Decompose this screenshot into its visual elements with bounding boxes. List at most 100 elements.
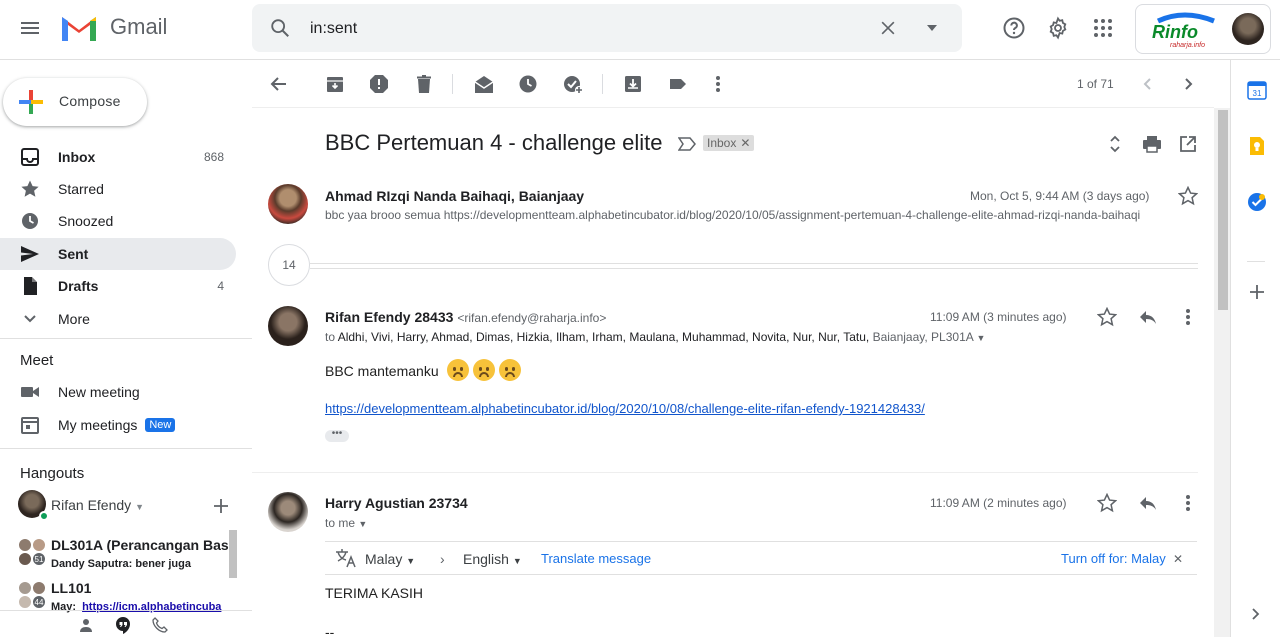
sidebar-item-more[interactable]: More <box>0 303 236 335</box>
send-icon <box>20 244 40 264</box>
settings-button[interactable] <box>1038 8 1078 48</box>
message-more-button[interactable] <box>1176 305 1200 329</box>
my-meetings-item[interactable]: My meetings New <box>0 409 236 441</box>
svg-text:31: 31 <box>1253 89 1262 98</box>
newer-button[interactable] <box>1132 68 1164 100</box>
new-meeting-item[interactable]: New meeting <box>0 376 236 408</box>
support-button[interactable] <box>994 8 1034 48</box>
star-icon[interactable] <box>1095 491 1119 515</box>
importance-marker-icon[interactable] <box>677 134 697 154</box>
hangouts-user-name[interactable]: Rifan Efendy ▼ <box>51 497 144 513</box>
add-chat-icon[interactable] <box>210 495 232 517</box>
print-button[interactable] <box>1140 132 1164 156</box>
message-signature: -- <box>325 624 335 637</box>
open-new-window-button[interactable] <box>1176 132 1200 156</box>
sidebar-item-drafts[interactable]: Drafts 4 <box>0 270 236 302</box>
report-spam-button[interactable] <box>363 68 395 100</box>
search-icon[interactable] <box>264 12 296 44</box>
sidebar-item-label: Drafts <box>58 278 99 294</box>
recipients-line[interactable]: to Aldhi, Vivi, Harry, Ahmad, Dimas, Hiz… <box>325 330 985 344</box>
search-bar[interactable]: in:sent <box>252 4 962 52</box>
older-button[interactable] <box>1172 68 1204 100</box>
expand-panel-icon[interactable] <box>1247 606 1267 626</box>
sidebar-item-label: Inbox <box>58 149 96 165</box>
reply-button[interactable] <box>1136 491 1160 515</box>
emoji-icon <box>446 359 469 381</box>
chevron-left-icon <box>1143 78 1151 90</box>
translate-message-link[interactable]: Translate message <box>541 551 651 566</box>
move-to-button[interactable] <box>617 68 649 100</box>
collapsed-messages-button[interactable]: 14 <box>268 244 310 286</box>
sidebar-item-inbox[interactable]: Inbox 868 <box>0 141 236 173</box>
chevron-down-icon <box>20 309 40 329</box>
collapsed-divider <box>310 268 1198 269</box>
star-icon[interactable] <box>1176 184 1200 208</box>
label-chip-inbox[interactable]: Inbox ✕ <box>703 135 755 151</box>
chevron-right-icon: › <box>440 551 445 567</box>
scrollbar-thumb[interactable] <box>1218 110 1228 310</box>
more-vert-icon <box>1186 309 1190 325</box>
calendar-app-icon[interactable]: 31 <box>1247 80 1267 100</box>
labels-button[interactable] <box>662 68 694 100</box>
snooze-button[interactable] <box>512 68 544 100</box>
hangouts-conversation[interactable]: 51 DL301A (Perancangan Basis Dandy Saput… <box>16 532 231 572</box>
add-to-tasks-button[interactable] <box>557 68 589 100</box>
keep-app-icon[interactable] <box>1247 136 1267 156</box>
turn-off-translation-link[interactable]: Turn off for: Malay <box>1061 551 1166 566</box>
sender-name: Rifan Efendy 28433 <rifan.efendy@raharja.… <box>325 309 607 325</box>
sidebar-item-sent[interactable]: Sent <box>0 238 236 270</box>
rinfo-logo: Rinfo raharja.info <box>1144 11 1228 49</box>
sender-name: Harry Agustian 23734 <box>325 495 468 511</box>
apps-grid-icon <box>1094 19 1112 37</box>
sidebar-item-snoozed[interactable]: Snoozed <box>0 205 236 237</box>
reply-icon <box>1140 497 1156 510</box>
reading-pane: BBC Pertemuan 4 - challenge elite Inbox ✕… <box>252 108 1214 637</box>
reading-pane-scrollbar[interactable] <box>1214 108 1230 637</box>
message-toolbar: 1 of 71 <box>252 60 1214 108</box>
profile-avatar[interactable] <box>1232 13 1264 45</box>
expand-all-button[interactable] <box>1103 132 1127 156</box>
delete-button[interactable] <box>408 68 440 100</box>
mark-unread-button[interactable] <box>468 68 500 100</box>
contacts-icon[interactable] <box>75 614 97 636</box>
move-to-icon <box>625 76 641 92</box>
tasks-app-icon[interactable] <box>1247 192 1267 212</box>
arrow-back-icon <box>270 77 286 91</box>
collapsed-divider <box>310 263 1198 264</box>
hangouts-chat-icon[interactable] <box>112 614 134 636</box>
back-button[interactable] <box>263 68 295 100</box>
account-switcher[interactable]: Rinfo raharja.info <box>1135 4 1271 54</box>
message-snippet: bbc yaa brooo semua https://developmentt… <box>325 208 1141 222</box>
thread-subject: BBC Pertemuan 4 - challenge elite <box>325 130 663 155</box>
trash-icon <box>417 75 431 93</box>
sender-avatar <box>268 492 308 532</box>
new-badge: New <box>145 418 176 432</box>
divider <box>0 338 252 339</box>
phone-icon[interactable] <box>149 614 171 636</box>
star-icon[interactable] <box>1095 305 1119 329</box>
more-actions-button[interactable] <box>702 68 734 100</box>
message-more-button[interactable] <box>1176 491 1200 515</box>
main-menu-button[interactable] <box>10 8 50 48</box>
gmail-logo[interactable] <box>60 13 98 43</box>
draft-icon <box>20 276 40 296</box>
hangouts-scrollbar[interactable] <box>229 530 237 578</box>
search-options-icon[interactable] <box>916 12 948 44</box>
source-language-dropdown[interactable]: Malay ▼ <box>365 551 415 567</box>
reply-button[interactable] <box>1136 305 1160 329</box>
sidebar-item-label: Sent <box>58 246 89 262</box>
clear-search-icon[interactable] <box>872 12 904 44</box>
hangouts-conversation[interactable]: 44 LL101 May: https://icm.alphabetincuba <box>16 575 231 615</box>
archive-button[interactable] <box>319 68 351 100</box>
target-language-dropdown[interactable]: English ▼ <box>463 551 522 567</box>
close-translate-icon[interactable]: ✕ <box>1173 552 1183 566</box>
get-addons-icon[interactable] <box>1247 282 1267 302</box>
show-trimmed-button[interactable]: ••• <box>325 429 349 442</box>
apps-button[interactable] <box>1083 8 1123 48</box>
compose-button[interactable]: Compose <box>3 78 147 126</box>
recipients-line[interactable]: to me ▼ <box>325 516 367 530</box>
help-icon <box>1003 17 1025 39</box>
search-input[interactable]: in:sent <box>310 20 357 38</box>
sidebar-item-starred[interactable]: Starred <box>0 173 236 205</box>
message-link[interactable]: https://developmentteam.alphabetincubato… <box>325 401 925 416</box>
